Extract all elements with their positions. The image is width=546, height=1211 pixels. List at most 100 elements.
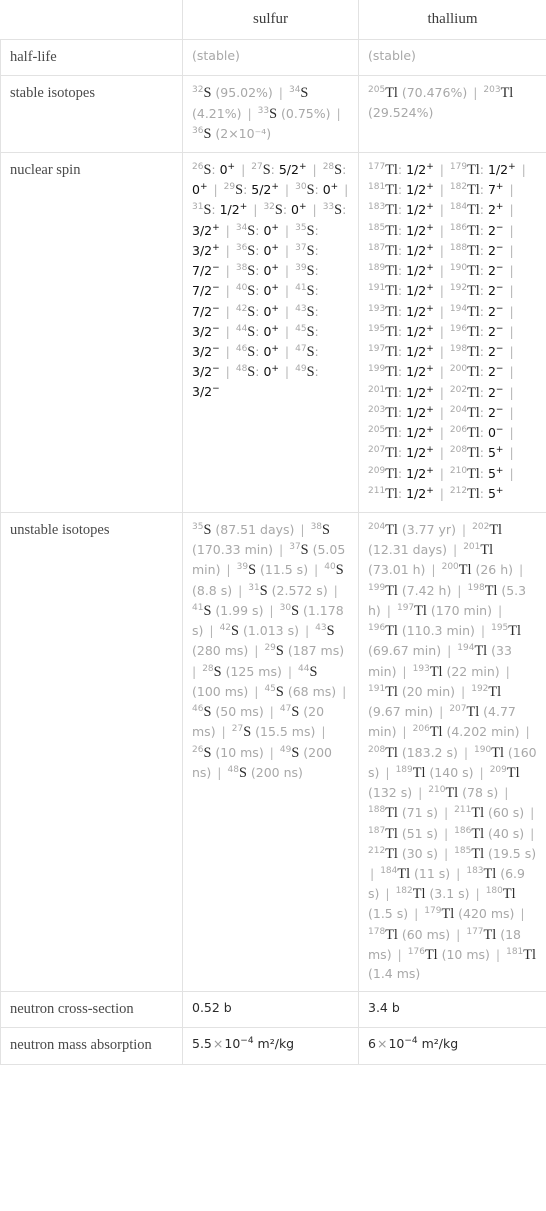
mass-number: 184	[449, 202, 468, 213]
nuclide-label: 200Tl	[442, 562, 472, 578]
mass-number: 199	[368, 582, 386, 593]
entry-colon: :	[479, 364, 484, 380]
nuclide-label: 182Tl	[450, 182, 480, 198]
isotope-entry: 29S (187 ms)	[264, 643, 344, 659]
column-header-sulfur-label: sulfur	[253, 11, 288, 27]
spin-parity: +	[426, 222, 434, 233]
isotope-entry: 45S (68 ms)	[264, 683, 336, 700]
item-separator: |	[517, 162, 526, 177]
item-separator: |	[250, 643, 263, 659]
element-symbol: Tl	[467, 263, 480, 280]
nuclide-label: 206Tl	[413, 724, 443, 740]
item-separator: |	[469, 85, 482, 101]
isotope-entry: 191Tl (20 min)	[368, 684, 455, 700]
mass-number: 31	[192, 202, 204, 213]
element-symbol: Tl	[467, 364, 480, 381]
element-symbol: S	[259, 582, 268, 599]
spin-value: 2−	[487, 242, 504, 258]
spin-parity: +	[271, 283, 279, 294]
entry-colon: :	[255, 323, 260, 339]
element-symbol: Tl	[467, 242, 480, 259]
item-separator: |	[213, 764, 226, 780]
isotope-note: (1.5 s)	[368, 906, 409, 922]
nuclear-spin-entry: 184Tl: 2+	[449, 202, 504, 218]
element-symbol: Tl	[412, 764, 426, 781]
spin-parity: +	[426, 343, 434, 354]
spin-value: 5/2+	[278, 161, 307, 177]
item-separator: |	[505, 384, 514, 400]
item-separator: |	[234, 582, 247, 598]
item-separator: |	[310, 562, 323, 578]
table-row-half-life: half-life (stable) (stable)	[0, 38, 546, 77]
item-separator: |	[521, 724, 530, 740]
mass-number: 47	[279, 703, 292, 714]
nuclear-spin-entry: 199Tl: 1/2+	[368, 364, 434, 380]
element-symbol: Tl	[385, 582, 398, 599]
spin-value: 1/2+	[219, 202, 248, 218]
nuclear-spin-entry: 27S: 5/2+	[251, 161, 307, 178]
mass-number: 188	[368, 805, 386, 816]
isotope-entry: 179Tl (420 ms)	[424, 906, 514, 922]
isotope-entry: 35S (87.51 days)	[192, 522, 294, 538]
item-separator: |	[435, 445, 448, 461]
isotope-entry: 184Tl (11 s)	[380, 866, 450, 882]
element-symbol: Tl	[523, 946, 536, 963]
item-separator: |	[222, 562, 235, 578]
entry-colon: :	[342, 162, 347, 177]
item-separator: |	[516, 906, 525, 922]
mass-number: 211	[368, 485, 386, 496]
nuclide-label: 196Tl	[368, 623, 398, 639]
nuclide-label: 204Tl	[368, 522, 398, 538]
mass-number: 48	[227, 764, 239, 775]
element-symbol: Tl	[385, 404, 398, 421]
nuclear-spin-thallium-cell: 177Tl: 1/2+ | 179Tl: 1/2+ | 181Tl: 1/2+ …	[358, 152, 546, 513]
mass-number: 177	[368, 161, 386, 172]
mass-number: 197	[368, 343, 386, 354]
mass-number: 189	[368, 263, 386, 274]
element-symbol: S	[306, 242, 315, 259]
item-separator: |	[452, 865, 465, 881]
nuclear-spin-entry: 36S: 0+	[236, 242, 279, 259]
nuclear-spin-entry: 197Tl: 1/2+	[368, 343, 434, 360]
element-symbol: Tl	[385, 85, 398, 102]
nuclear-spin-entry: 194Tl: 2−	[450, 304, 504, 320]
element-symbol: Tl	[489, 521, 502, 538]
item-separator: |	[526, 805, 535, 821]
item-separator: |	[435, 162, 448, 177]
nuclear-spin-entry: 205Tl: 1/2+	[368, 425, 434, 441]
mass-number: 180	[485, 886, 503, 897]
mass-number: 43	[295, 303, 307, 314]
entry-colon: :	[397, 364, 403, 380]
mass-number: 187	[368, 825, 386, 836]
isotope-entry: 26S (10 ms)	[192, 745, 264, 761]
mass-number: 32	[263, 202, 275, 213]
entry-colon: :	[255, 242, 260, 258]
mass-number: 29	[223, 182, 236, 193]
nuclide-label: 191Tl	[368, 684, 398, 700]
row-label-neutron-cross-section: neutron cross-section	[0, 990, 183, 1029]
nuclide-label: 192Tl	[471, 684, 501, 700]
mass-number: 212	[449, 485, 468, 496]
spin-value: 0+	[192, 182, 208, 198]
element-symbol: S	[306, 222, 315, 239]
item-separator: |	[505, 445, 514, 461]
nuclide-label: 32S	[263, 202, 282, 218]
nuclide-label: 39S	[295, 263, 314, 279]
isotope-note: (0.75%)	[281, 105, 331, 121]
item-separator: |	[435, 323, 448, 339]
spin-parity: −	[212, 283, 220, 294]
nuclide-label: 26S	[192, 162, 211, 178]
mass-number: 47	[295, 343, 307, 354]
item-separator: |	[526, 825, 535, 841]
nuclide-label: 190Tl	[450, 263, 480, 280]
nuclide-label: 204Tl	[450, 405, 480, 421]
item-separator: |	[435, 344, 448, 360]
element-symbol: S	[275, 683, 284, 700]
spin-parity: +	[271, 182, 279, 193]
isotope-note: (69.67 min)	[368, 643, 442, 659]
mass-number: 49	[279, 744, 292, 755]
table-row-neutron-mass-absorption: neutron mass absorption 5.5×10−4 m²/kg 6…	[0, 1027, 546, 1066]
nuclide-label: 31S	[248, 582, 268, 599]
mass-number: 185	[454, 845, 472, 856]
mass-number: 182	[395, 886, 413, 897]
